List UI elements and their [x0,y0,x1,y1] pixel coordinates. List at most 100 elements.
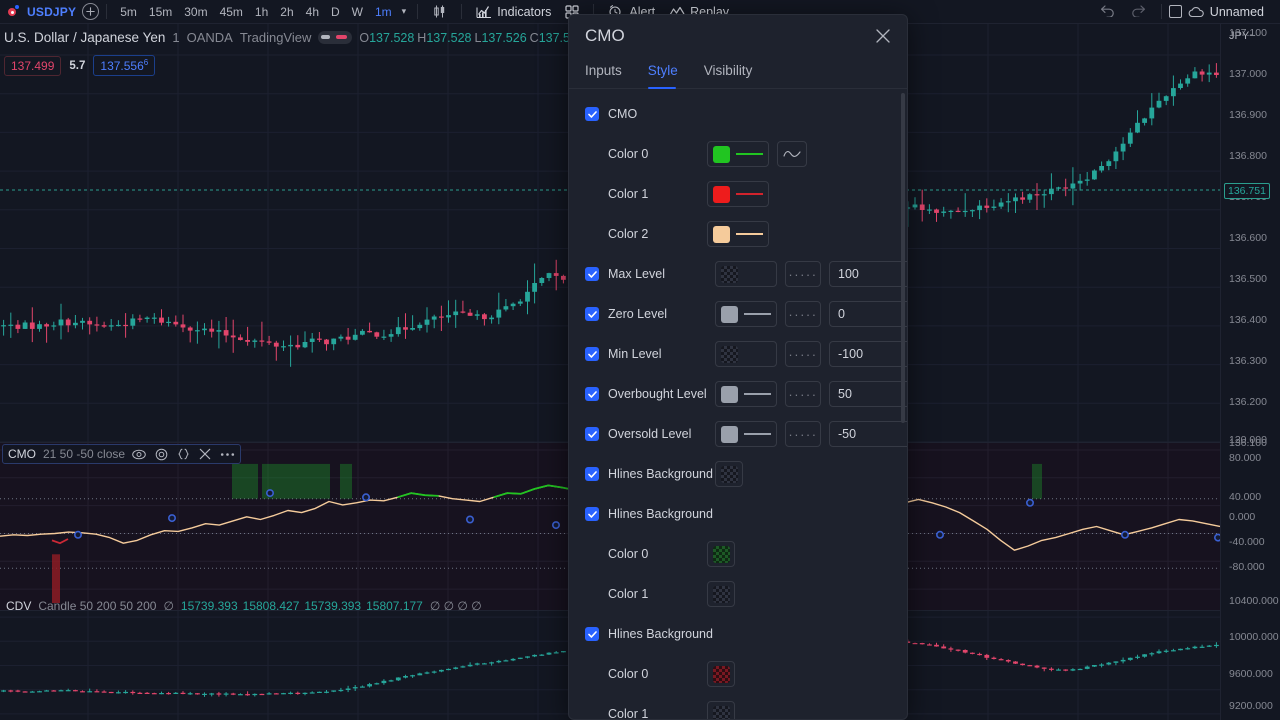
line-style-dotted-button[interactable]: ····· [785,421,821,447]
transparent-color-swatch [712,545,730,563]
line-style-dotted-button[interactable]: ····· [785,341,821,367]
symbol-interval[interactable]: 1 [172,30,179,45]
timeframe-45m[interactable]: 45m [214,5,249,19]
checkbox-hlines-background[interactable] [585,627,599,641]
color-picker-button[interactable] [715,421,777,447]
ask-price[interactable]: 137.5566 [93,55,156,76]
chart-type-button[interactable] [425,4,454,19]
color-picker-button[interactable] [707,181,769,207]
color-picker-button[interactable] [715,381,777,407]
timeframe-30m[interactable]: 30m [178,5,213,19]
axis-price-label: 136.500 [1229,273,1267,285]
settings-row: Zero Level ····· [569,301,907,327]
add-symbol-button[interactable] [82,3,100,20]
cmo-legend-args: 21 50 -50 close [43,447,126,461]
ohlc-value: 137.528 [426,30,472,45]
bid-price[interactable]: 137.499 [4,55,62,76]
cmo-legend-name: CMO [8,447,36,461]
gear-icon[interactable] [155,448,168,461]
timeframe-1m[interactable]: 1m [369,5,398,19]
color-picker-button[interactable] [707,541,735,567]
redo-icon[interactable] [1123,4,1154,20]
checkbox-oversold-level[interactable] [585,427,599,441]
color-picker-button[interactable] [715,301,777,327]
line-style-dotted-button[interactable]: ····· [785,381,821,407]
tab-style[interactable]: Style [647,57,690,89]
level-value-input[interactable] [829,381,907,407]
checkbox-hlines-background[interactable] [585,507,599,521]
row-controls [707,541,735,567]
color-picker-button[interactable] [715,461,743,487]
color-picker-button[interactable] [707,581,735,607]
cdv-legend[interactable]: CDV Candle 50 200 50 200 ∅ 15739.393 1580… [2,597,486,615]
axis-cmo-label: -40.000 [1229,536,1265,548]
ask-price-value: 137.556 [100,59,144,73]
color-picker-button[interactable] [707,701,735,719]
current-price-badge: 136.751 [1224,183,1270,199]
series-style-toggle[interactable] [318,31,353,44]
timeframe-15m[interactable]: 15m [143,5,178,19]
symbol-exchange[interactable]: OANDA [187,30,233,45]
cdv-value: 15807.177 [366,599,423,613]
row-label: Color 0 [608,546,649,561]
more-icon[interactable] [220,452,235,457]
dialog-scrollbar[interactable] [901,93,905,423]
level-value-input[interactable] [829,421,907,447]
snapshot-icon[interactable] [1168,5,1182,18]
price-axis[interactable]: JPY~ 137.100137.000136.900136.800136.700… [1220,24,1280,720]
indicators-button[interactable]: Indicators [469,4,558,19]
tab-visibility[interactable]: Visibility [704,57,765,88]
close-icon[interactable] [199,448,211,460]
settings-row: Hlines Background [569,501,907,527]
axis-cmo-label: 120.000 [1229,434,1267,446]
dialog-body[interactable]: CMOColor 0Color 1Color 2Max Level·····Ze… [569,89,907,719]
symbol-description[interactable]: U.S. Dollar / Japanese Yen [4,30,165,45]
settings-row: CMO [569,101,907,127]
row-label: Hlines Background [608,466,713,481]
undo-icon[interactable] [1092,4,1123,20]
symbol-button[interactable]: USDJPY [6,5,82,19]
checkbox-overbought-level[interactable] [585,387,599,401]
color-picker-button[interactable] [707,221,769,247]
color-swatch [713,185,730,203]
tradingview-logo-icon [8,5,21,18]
cmo-legend[interactable]: CMO 21 50 -50 close [2,444,242,464]
tab-inputs[interactable]: Inputs [585,57,634,88]
line-style-dotted-button[interactable]: ····· [785,261,821,287]
line-style-preview [744,393,771,395]
cdv-legend-values: 15739.393 15808.427 15739.393 15807.177 [181,599,423,613]
checkbox-cmo[interactable] [585,107,599,121]
level-value-input[interactable] [829,261,907,287]
timeframe-5m[interactable]: 5m [114,5,143,19]
ohlc-value: 137.528 [369,30,415,45]
checkbox-max-level[interactable] [585,267,599,281]
row-controls: ····· [715,381,907,407]
row-label: Hlines Background [608,626,713,641]
timeframe-2h[interactable]: 2h [274,5,299,19]
checkbox-zero-level[interactable] [585,307,599,321]
source-code-icon[interactable] [177,448,190,460]
row-controls [707,581,735,607]
timeframe-W[interactable]: W [346,5,369,19]
checkbox-hlines-background[interactable] [585,467,599,481]
row-label: Color 1 [608,706,649,719]
timeframe-4h[interactable]: 4h [300,5,325,19]
timeframe-D[interactable]: D [325,5,346,19]
level-value-input[interactable] [829,341,907,367]
cmo-settings-dialog[interactable]: CMO Inputs Style Visibility CMO Color 0 Colo… [568,14,908,720]
color-picker-button[interactable] [707,661,735,687]
line-style-wave-button[interactable] [777,141,807,167]
color-picker-button[interactable] [707,141,769,167]
timeframe-chevron-down-icon[interactable]: ▾ [398,6,411,17]
line-style-dotted-button[interactable]: ····· [785,301,821,327]
close-icon[interactable] [875,28,891,44]
color-picker-button[interactable] [715,341,777,367]
layout-name-button[interactable]: Unnamed [1182,5,1270,19]
timeframe-1h[interactable]: 1h [249,5,274,19]
level-value-input[interactable] [829,301,907,327]
symbol-source[interactable]: TradingView [240,30,312,45]
checkbox-min-level[interactable] [585,347,599,361]
eye-icon[interactable] [132,449,146,460]
color-picker-button[interactable] [715,261,777,287]
dotted-line-preview: ····· [788,306,818,322]
